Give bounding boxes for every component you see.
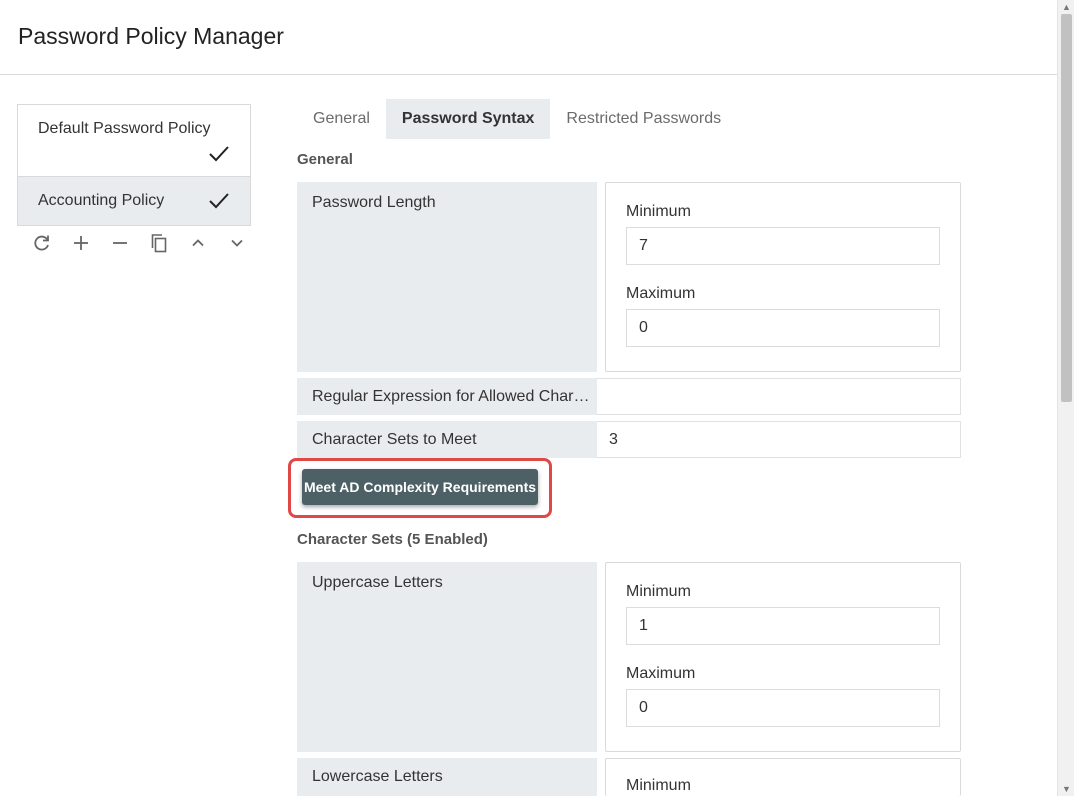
app-header: Password Policy Manager bbox=[0, 0, 1057, 75]
uppercase-label: Uppercase Letters bbox=[297, 562, 597, 752]
minimum-label: Minimum bbox=[626, 203, 691, 220]
tab-bar: General Password Syntax Restricted Passw… bbox=[297, 99, 737, 139]
refresh-icon bbox=[33, 235, 49, 251]
lowercase-label: Lowercase Letters bbox=[297, 758, 597, 796]
policy-item-accounting[interactable]: Accounting Policy bbox=[18, 177, 250, 225]
meet-ad-complexity-button[interactable]: Meet AD Complexity Requirements bbox=[302, 469, 538, 505]
maximum-label: Maximum bbox=[626, 285, 696, 302]
scroll-down-icon[interactable]: ▼ bbox=[1058, 782, 1074, 796]
add-policy-button[interactable] bbox=[61, 230, 100, 256]
remove-policy-button[interactable] bbox=[100, 230, 139, 256]
policy-name: Accounting Policy bbox=[38, 192, 165, 209]
password-length-minimum-input[interactable]: 7 bbox=[626, 227, 940, 265]
uppercase-minimum-input[interactable]: 1 bbox=[626, 607, 940, 645]
uppercase-box: Minimum 1 Maximum 0 bbox=[605, 562, 961, 752]
page-title: Password Policy Manager bbox=[18, 23, 284, 49]
uppercase-maximum-input[interactable]: 0 bbox=[626, 689, 940, 727]
checkmark-icon bbox=[209, 193, 229, 209]
char-sets-to-meet-label: Character Sets to Meet bbox=[297, 421, 597, 458]
password-length-label: Password Length bbox=[297, 182, 597, 372]
tab-password-syntax[interactable]: Password Syntax bbox=[385, 99, 551, 139]
checkmark-icon bbox=[209, 146, 229, 162]
move-down-button[interactable] bbox=[217, 230, 256, 256]
tab-general[interactable]: General bbox=[297, 99, 386, 139]
move-up-button[interactable] bbox=[178, 230, 217, 256]
plus-icon bbox=[73, 236, 88, 250]
copy-icon bbox=[151, 234, 166, 253]
regex-input[interactable] bbox=[597, 378, 961, 415]
char-sets-to-meet-input[interactable]: 3 bbox=[597, 421, 961, 458]
policy-name: Default Password Policy bbox=[38, 120, 211, 137]
policy-list: Default Password Policy Accounting Polic… bbox=[17, 104, 251, 226]
chevron-up-icon bbox=[191, 239, 204, 247]
general-section-title: General bbox=[297, 151, 353, 168]
refresh-button[interactable] bbox=[22, 230, 61, 256]
password-length-maximum-input[interactable]: 0 bbox=[626, 309, 940, 347]
policy-list-toolbar bbox=[22, 230, 256, 256]
chevron-down-icon bbox=[230, 239, 243, 247]
scroll-up-icon[interactable]: ▲ bbox=[1058, 0, 1074, 14]
tab-restricted-passwords[interactable]: Restricted Passwords bbox=[550, 99, 737, 139]
character-sets-section-title: Character Sets (5 Enabled) bbox=[297, 531, 488, 548]
minus-icon bbox=[112, 242, 127, 244]
policy-item-default[interactable]: Default Password Policy bbox=[18, 105, 250, 177]
regex-label: Regular Expression for Allowed Char… bbox=[297, 378, 597, 415]
password-length-box: Minimum 7 Maximum 0 bbox=[605, 182, 961, 372]
vertical-scrollbar[interactable]: ▲ ▼ bbox=[1057, 0, 1074, 796]
lowercase-box: Minimum bbox=[605, 758, 961, 796]
scroll-thumb[interactable] bbox=[1061, 14, 1072, 402]
minimum-label: Minimum bbox=[626, 777, 691, 794]
maximum-label: Maximum bbox=[626, 665, 696, 682]
copy-policy-button[interactable] bbox=[139, 230, 178, 256]
minimum-label: Minimum bbox=[626, 583, 691, 600]
